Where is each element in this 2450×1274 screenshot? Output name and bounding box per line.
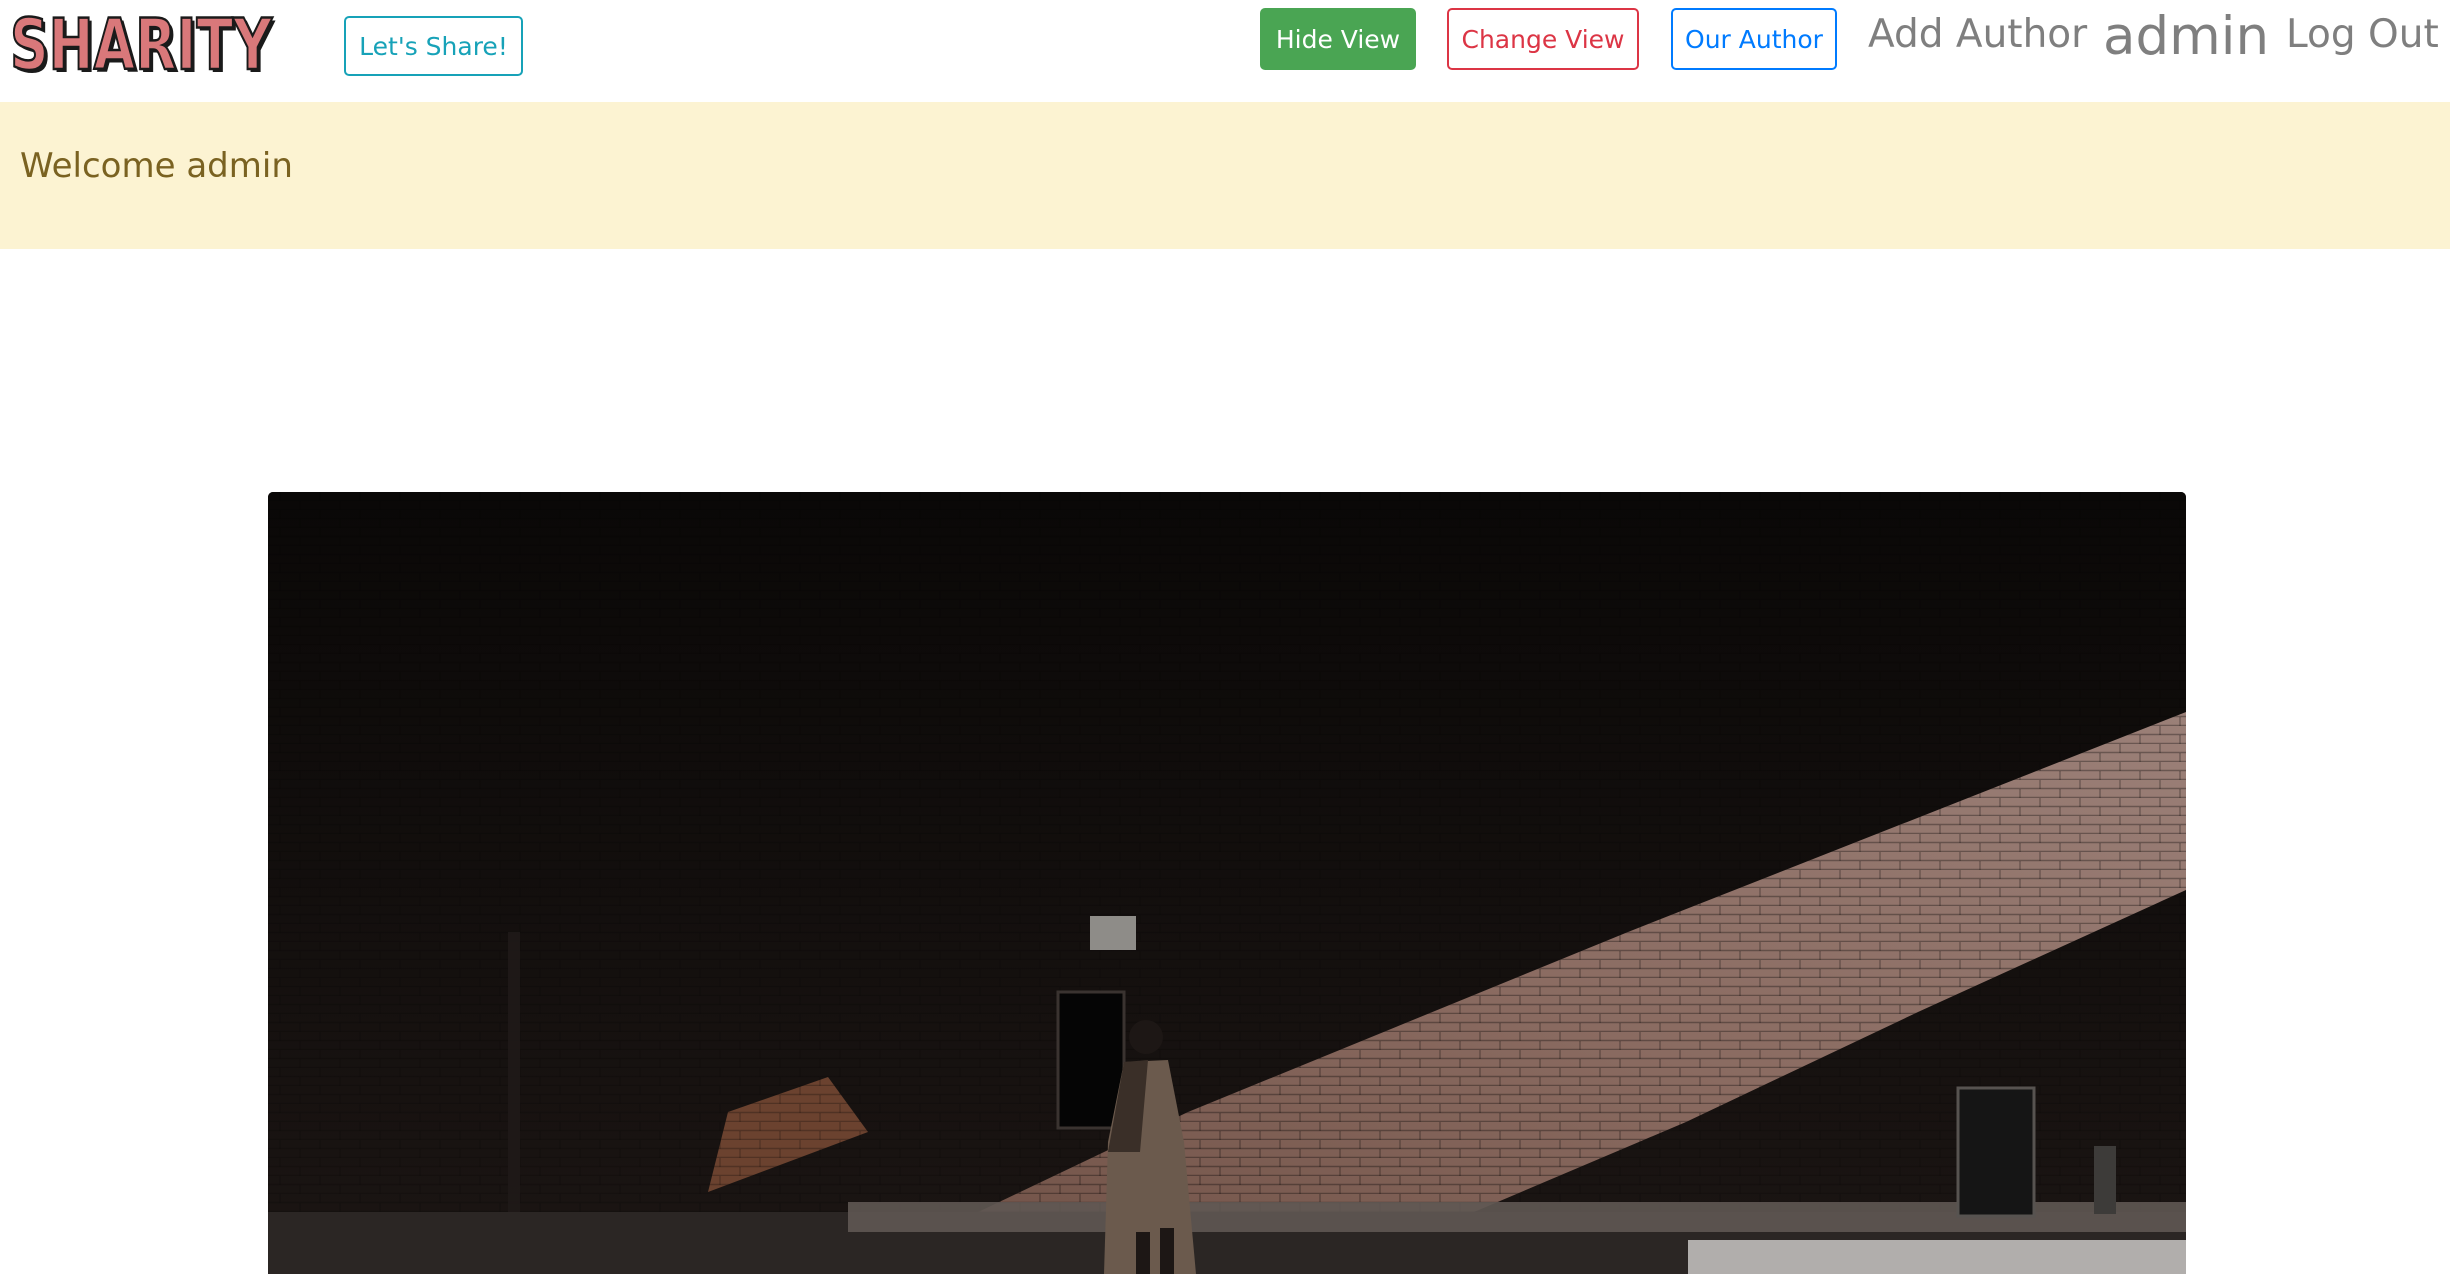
hero-image [268,492,2186,1274]
sharity-logo[interactable]: SHARITY SHARITY [10,6,280,86]
add-author-link[interactable]: Add Author [1868,12,2087,57]
hero-photo [268,492,2186,1274]
our-author-button[interactable]: Our Author [1671,8,1837,70]
logout-link[interactable]: Log Out [2286,12,2439,57]
doorway [1956,1086,2036,1218]
change-view-button[interactable]: Change View [1447,8,1639,70]
hide-view-button[interactable]: Hide View [1260,8,1416,70]
logo-text: SHARITY [10,6,273,86]
lets-share-button[interactable]: Let's Share! [344,16,523,76]
top-navbar: SHARITY SHARITY Let's Share! Hide View C… [0,0,2450,100]
welcome-alert: Welcome admin [0,102,2450,249]
dark-window [1056,990,1126,1130]
wall-sign [1090,916,1136,950]
welcome-message: Welcome admin [20,146,293,186]
user-menu-link[interactable]: admin [2103,6,2269,67]
